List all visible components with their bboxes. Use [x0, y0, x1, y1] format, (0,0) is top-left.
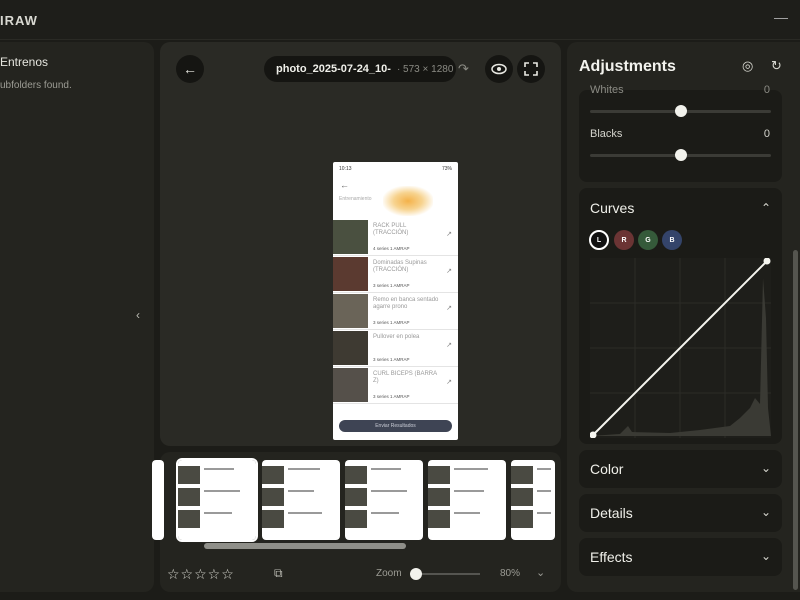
blacks-label: Blacks — [590, 128, 623, 140]
channel-blue-button[interactable]: B — [662, 230, 682, 250]
open-arrow-icon: ↗ — [446, 268, 452, 275]
exercise-name: Remo en banca sentado agarre prono — [373, 297, 439, 310]
filmstrip-thumbnail[interactable] — [262, 460, 340, 540]
phone-submit-button: Enviar Resultados — [339, 420, 452, 432]
filmstrip-thumbnail[interactable] — [511, 460, 555, 540]
exercise-row: Remo en banca sentado agarre prono 3 ser… — [333, 294, 458, 330]
fullscreen-button[interactable] — [517, 55, 545, 83]
zoom-slider-track[interactable] — [416, 573, 480, 575]
reset-icon[interactable]: ↻ — [771, 58, 782, 74]
color-section[interactable]: Color ⌄ — [579, 450, 782, 488]
adjustments-panel: Adjustments ◎ ↻ Whites 0 Blacks 0 Curves… — [567, 42, 800, 592]
details-section[interactable]: Details ⌄ — [579, 494, 782, 532]
channel-luminance-button[interactable]: L — [589, 230, 609, 250]
exercise-name: Dominadas Supinas (TRACCIÓN) — [373, 260, 427, 273]
zoom-slider-handle[interactable] — [410, 568, 422, 580]
exercise-name: Pullover en polea — [373, 334, 420, 340]
exercise-meta: 4 series 1 AMRAP — [373, 246, 410, 251]
exercise-row: Pullover en polea 3 series 1 AMRAP ↗ — [333, 331, 458, 367]
filmstrip-scrollbar[interactable] — [204, 543, 406, 549]
redo-icon[interactable]: ↷ — [458, 61, 469, 77]
phone-header: Entrenamiento — [339, 196, 372, 202]
whites-value: 0 — [763, 84, 770, 96]
fullscreen-icon — [524, 62, 538, 76]
open-arrow-icon: ↗ — [446, 342, 452, 349]
channel-red-button[interactable]: R — [614, 230, 634, 250]
curves-card: Curves ⌃ L R G B — [579, 188, 782, 444]
rating-stars[interactable]: ☆☆☆☆☆ — [167, 566, 235, 583]
collapse-panel-button[interactable]: ‹ — [136, 308, 140, 322]
phone-status-battery: 73% — [441, 166, 452, 172]
filmstrip: ☆☆☆☆☆ ⧉ Zoom 80% ⌄ — [152, 452, 561, 592]
phone-blurred-image — [383, 186, 433, 216]
curves-title[interactable]: Curves — [590, 200, 634, 216]
file-info-pill: photo_2025-07-24_10- · 573 × 1280 — [264, 56, 456, 82]
chevron-down-icon: ⌄ — [760, 505, 771, 519]
back-button[interactable]: ← — [176, 55, 204, 83]
filmstrip-thumbnail[interactable] — [152, 460, 164, 540]
adjustments-title: Adjustments — [579, 58, 676, 75]
open-arrow-icon: ↗ — [446, 231, 452, 238]
zoom-label: Zoom — [376, 568, 402, 579]
folder-title[interactable]: Entrenos — [0, 55, 48, 69]
basic-adjustments-card: Whites 0 Blacks 0 — [579, 84, 782, 182]
exercise-meta: 3 series 1 AMRAP — [373, 320, 410, 325]
effects-title: Effects — [590, 549, 633, 565]
blacks-value: 0 — [763, 128, 770, 140]
chevron-down-icon: ⌄ — [760, 461, 771, 475]
exercise-name: CURL BICEPS (BARRA Z) — [373, 371, 437, 384]
open-arrow-icon: ↗ — [446, 305, 452, 312]
exercise-row: Dominadas Supinas (TRACCIÓN) 3 series 1 … — [333, 257, 458, 293]
preview-toggle-button[interactable] — [485, 55, 513, 83]
title-bar: IRAW — — [0, 0, 800, 40]
exercise-meta: 3 series 1 AMRAP — [373, 283, 410, 288]
curve-graph[interactable] — [589, 257, 771, 439]
color-title: Color — [590, 461, 624, 477]
effects-section[interactable]: Effects ⌄ — [579, 538, 782, 576]
folder-panel: Entrenos ubfolders found. ‹ — [0, 42, 154, 592]
exercise-thumbnail — [333, 331, 368, 365]
back-arrow-icon: ← — [183, 61, 197, 77]
exercise-name: RACK PULL (TRACCIÓN) — [373, 223, 409, 236]
phone-back-icon: ← — [340, 180, 349, 190]
filmstrip-thumbnail[interactable] — [428, 460, 506, 540]
phone-status-time: 10:13 — [339, 166, 352, 172]
blacks-slider-handle[interactable] — [675, 149, 687, 161]
image-preview: 10:13 73% ← Entrenamiento RACK PULL (TRA… — [333, 162, 458, 440]
panel-scrollbar[interactable] — [793, 250, 798, 590]
zoom-value: 80% — [500, 568, 521, 579]
app-title: IRAW — [0, 13, 38, 28]
channel-green-button[interactable]: G — [638, 230, 658, 250]
folder-status-text: ubfolders found. — [0, 80, 72, 91]
filmstrip-thumbnail-selected[interactable] — [176, 458, 258, 542]
exercise-row: RACK PULL (TRACCIÓN) 4 series 1 AMRAP ↗ — [333, 220, 458, 256]
curve-editor[interactable] — [589, 257, 771, 439]
chevron-up-icon[interactable]: ⌃ — [761, 201, 771, 215]
chevron-down-icon: ⌄ — [760, 549, 771, 563]
zoom-chevron-down-icon[interactable]: ⌄ — [536, 566, 545, 579]
exercise-thumbnail — [333, 294, 368, 328]
exercise-row: CURL BICEPS (BARRA Z) 3 series 1 AMRAP ↗ — [333, 368, 458, 404]
exercise-meta: 3 series 1 AMRAP — [373, 357, 410, 362]
filmstrip-thumbnail[interactable] — [345, 460, 423, 540]
file-dimensions: · 573 × 1280 — [396, 63, 454, 75]
exercise-thumbnail — [333, 368, 368, 402]
image-viewer: ← photo_2025-07-24_10- · 573 × 1280 ↷ 10… — [160, 42, 561, 446]
details-title: Details — [590, 505, 633, 521]
exercise-meta: 3 series 1 AMRAP — [373, 394, 410, 399]
eye-icon — [491, 63, 507, 75]
minimize-button[interactable]: — — [774, 9, 788, 25]
whites-label: Whites — [590, 84, 624, 96]
exercise-thumbnail — [333, 220, 368, 254]
copy-icon[interactable]: ⧉ — [274, 566, 283, 581]
open-arrow-icon: ↗ — [446, 379, 452, 386]
aperture-icon[interactable]: ◎ — [742, 58, 753, 74]
file-name: photo_2025-07-24_10- — [276, 63, 391, 75]
whites-slider-handle[interactable] — [675, 105, 687, 117]
exercise-thumbnail — [333, 257, 368, 291]
